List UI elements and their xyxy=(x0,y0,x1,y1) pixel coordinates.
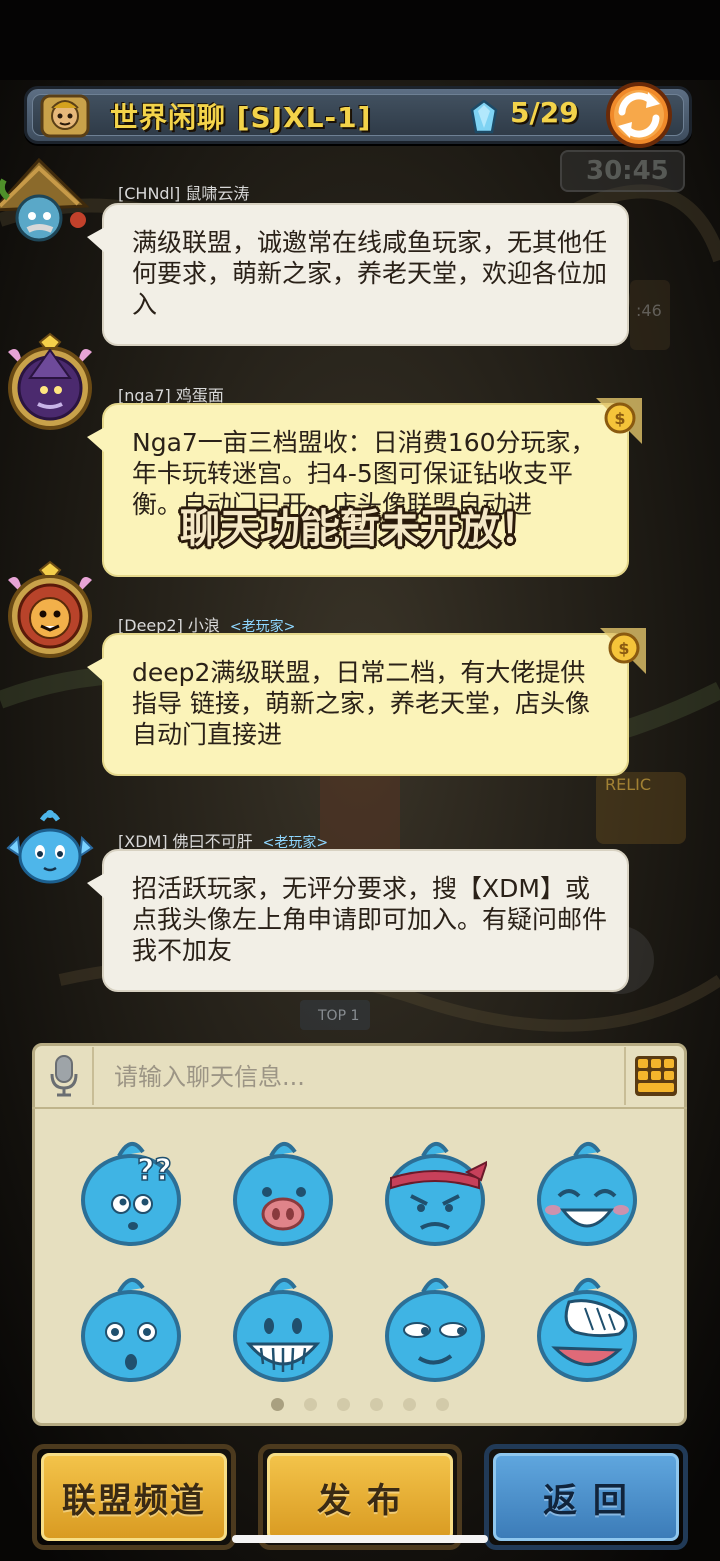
crystal-icon xyxy=(470,100,498,134)
message-bubble[interactable]: 招活跃玩家，无评分要求，搜【XDM】或点我头像左上角申请即可加入。有疑问邮件我不… xyxy=(87,849,629,992)
chat-message-input[interactable] xyxy=(100,1052,636,1102)
avatar-wizard[interactable] xyxy=(0,150,94,250)
page-dot[interactable] xyxy=(403,1398,416,1411)
svg-text:RELIC: RELIC xyxy=(605,775,651,794)
publish-label: 发 布 xyxy=(317,1480,403,1521)
gold-coin-icon: $ xyxy=(596,398,642,444)
page-dot[interactable] xyxy=(436,1398,449,1411)
channel-title: 世界闲聊 [SJXL-1] xyxy=(110,101,372,134)
message-bubble[interactable]: 满级联盟，诚邀常在线咸鱼玩家，无其他任何要求，萌新之家，养老天堂，欢迎各位加入 xyxy=(87,203,629,346)
message-text: 招活跃玩家，无评分要求，搜【XDM】或点我头像左上角申请即可加入。有疑问邮件我不… xyxy=(132,874,608,965)
laughing-emoji[interactable] xyxy=(535,1132,639,1248)
confused-emoji[interactable]: ?? xyxy=(79,1132,183,1248)
home-indicator[interactable] xyxy=(232,1535,488,1543)
message-bubble[interactable]: deep2满级联盟，日常二档，有大佬提供指导 链接，萌新之家，养老天堂，店头像自… xyxy=(87,633,629,776)
svg-text::46: :46 xyxy=(636,301,662,320)
alliance-channel-button[interactable]: 联盟频道 xyxy=(32,1444,236,1550)
grinning-emoji[interactable] xyxy=(231,1268,335,1384)
emoji-grid-toggle[interactable] xyxy=(624,1047,686,1105)
page-dot[interactable] xyxy=(271,1398,284,1411)
alliance-channel-label: 联盟频道 xyxy=(62,1480,206,1521)
page-dot[interactable] xyxy=(370,1398,383,1411)
avatar-blue-slime[interactable] xyxy=(2,808,98,888)
avatar-tiger-warrior[interactable] xyxy=(0,560,100,660)
grid-icon xyxy=(635,1056,677,1096)
voice-button[interactable] xyxy=(36,1047,94,1105)
message-text: 满级联盟，诚邀常在线咸鱼玩家，无其他任何要求，萌新之家，养老天堂，欢迎各位加入 xyxy=(132,228,608,319)
gold-coin-icon: $ xyxy=(600,628,646,674)
sender-name: [CHNdl] 鼠啸云涛 xyxy=(118,184,250,203)
svg-text:$: $ xyxy=(618,639,629,658)
smug-emoji[interactable] xyxy=(383,1268,487,1384)
microphone-icon xyxy=(50,1055,78,1097)
message-sender: [CHNdl] 鼠啸云涛 xyxy=(118,180,249,204)
avatar-dark-mage[interactable] xyxy=(0,332,100,432)
back-label: 返 回 xyxy=(543,1480,629,1521)
refresh-button[interactable] xyxy=(604,80,674,150)
member-count: 5/29 xyxy=(510,96,579,129)
monkey-king-channel-icon xyxy=(40,94,90,138)
pig-nose-emoji[interactable] xyxy=(231,1132,335,1248)
event-timer: 30:45 xyxy=(560,150,685,192)
page-dot[interactable] xyxy=(304,1398,317,1411)
surprised-emoji[interactable] xyxy=(79,1268,183,1384)
svg-text:$: $ xyxy=(614,409,625,428)
page-dot[interactable] xyxy=(337,1398,350,1411)
angry-headband-emoji[interactable] xyxy=(383,1132,487,1248)
svg-text:??: ?? xyxy=(137,1153,172,1188)
chat-disabled-notice: 聊天功能暂未开放！ xyxy=(180,506,540,552)
svg-text:TOP 1: TOP 1 xyxy=(317,1008,359,1024)
back-button[interactable]: 返 回 xyxy=(484,1444,688,1550)
facepalm-emoji[interactable] xyxy=(535,1268,639,1384)
timer-text: 30:45 xyxy=(586,156,669,186)
message-text: deep2满级联盟，日常二档，有大佬提供指导 链接，萌新之家，养老天堂，店头像自… xyxy=(132,658,590,749)
